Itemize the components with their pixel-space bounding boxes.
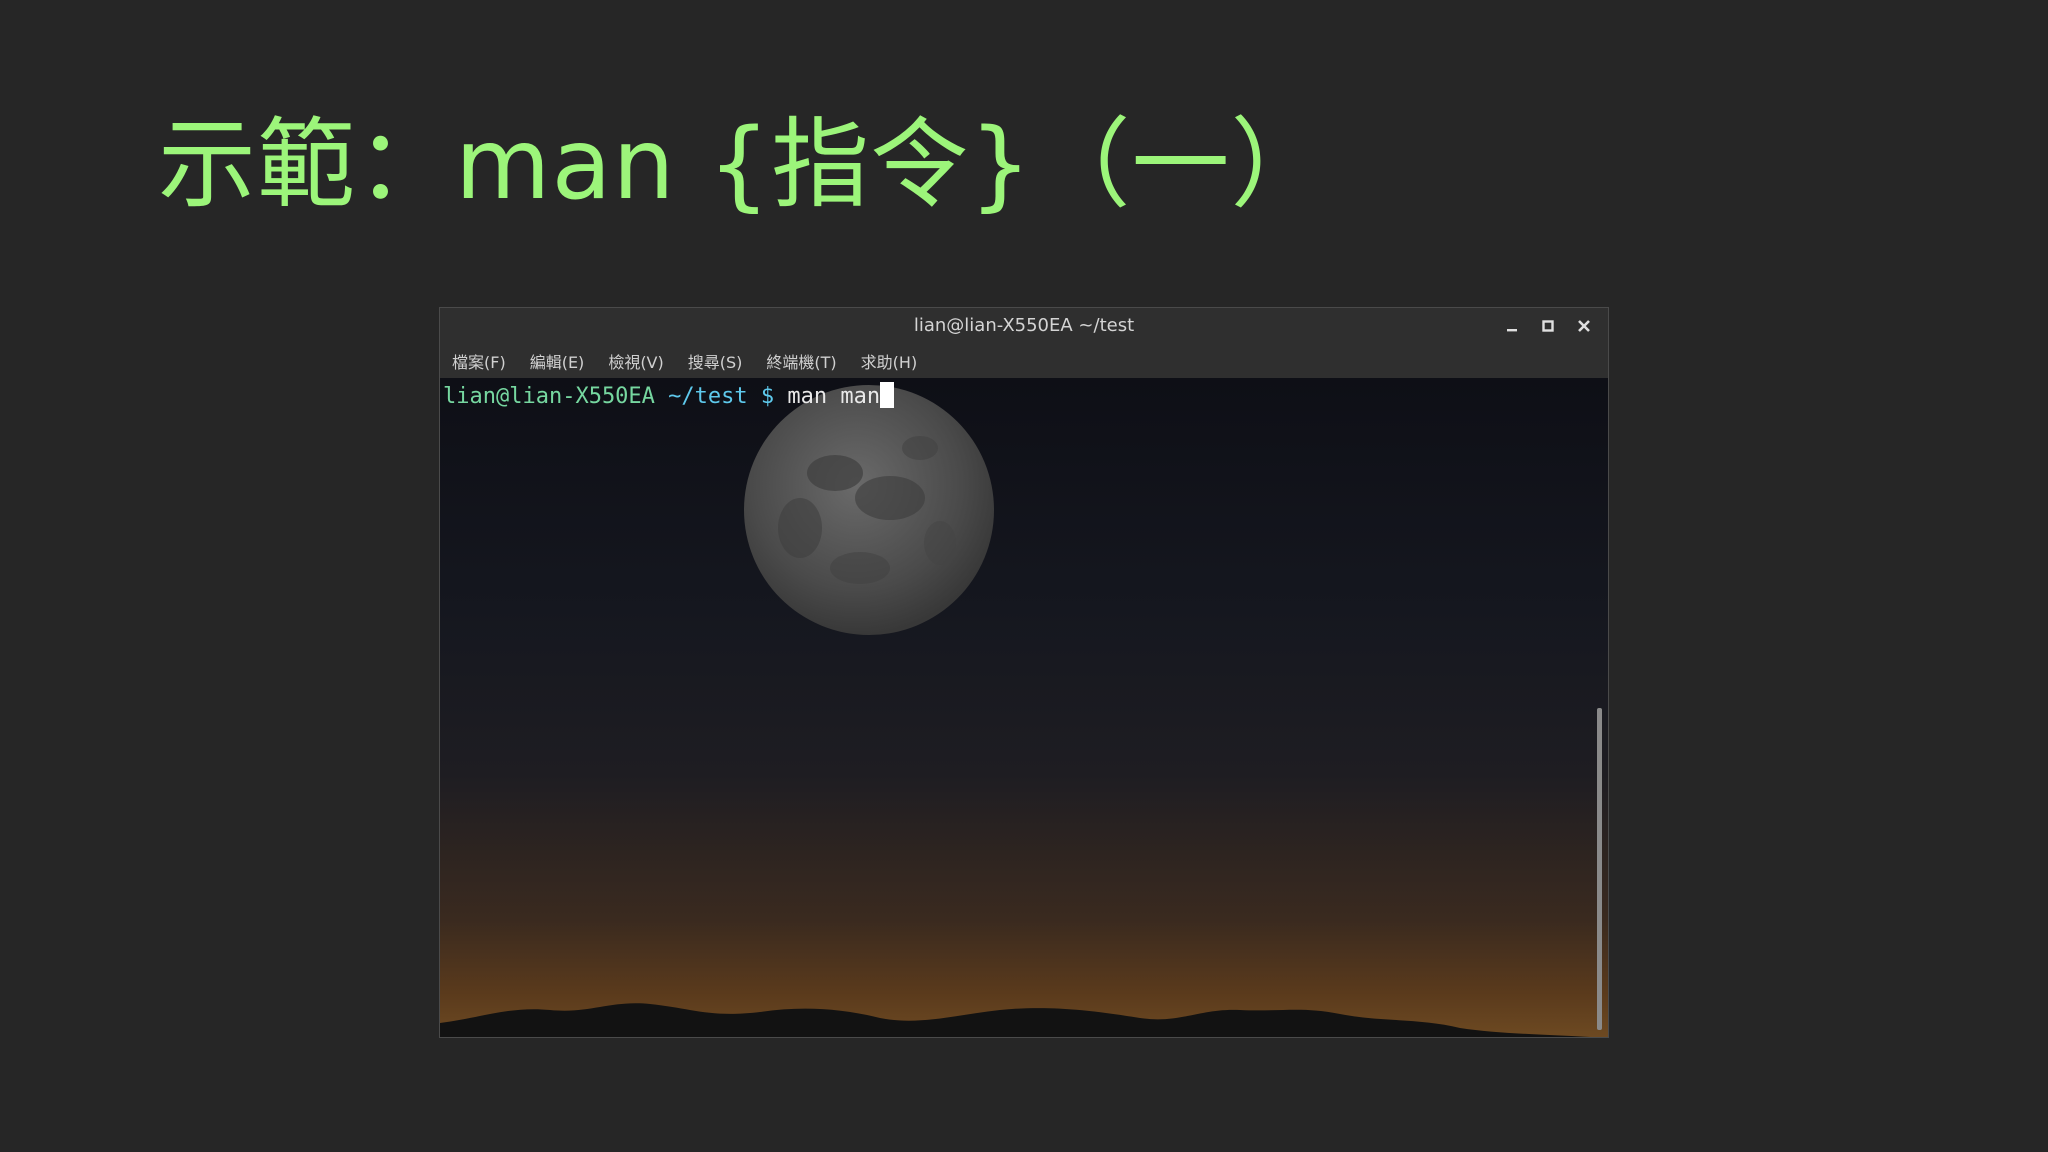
menu-help[interactable]: 求助(H): [861, 349, 918, 373]
slide: 示範：man {指令}（一） lian@lian-X550EA ~/test 檔…: [0, 0, 2048, 1152]
close-button[interactable]: [1566, 308, 1602, 344]
menu-terminal[interactable]: 終端機(T): [766, 349, 836, 373]
terminal-titlebar[interactable]: lian@lian-X550EA ~/test: [440, 308, 1608, 344]
terminal-window[interactable]: lian@lian-X550EA ~/test 檔案(F) 編輯(E) 檢視(V…: [439, 307, 1609, 1038]
prompt-symbol: $: [760, 384, 775, 409]
text-cursor: [880, 382, 895, 408]
prompt-line[interactable]: lian@lian-X550EA ~/test $ man man: [443, 382, 895, 411]
moon-night-background: [440, 385, 1591, 1037]
terminal-body[interactable]: lian@lian-X550EA ~/test $ man man: [440, 378, 1608, 1037]
window-controls: [1494, 308, 1602, 344]
menu-file[interactable]: 檔案(F): [452, 349, 506, 373]
minimize-icon: [1507, 329, 1517, 332]
scrollbar[interactable]: [1597, 708, 1602, 1030]
minimize-button[interactable]: [1494, 308, 1530, 344]
menu-view[interactable]: 檢視(V): [608, 349, 663, 373]
maximize-button[interactable]: [1530, 308, 1566, 344]
moon: [744, 385, 994, 635]
maximize-icon: [1542, 320, 1554, 332]
menu-edit[interactable]: 編輯(E): [530, 349, 585, 373]
prompt-path: ~/test: [668, 384, 748, 409]
hill-silhouette: [440, 1003, 1591, 1037]
terminal-menubar: 檔案(F) 編輯(E) 檢視(V) 搜尋(S) 終端機(T) 求助(H): [440, 344, 1608, 378]
prompt-user-host: lian@lian-X550EA: [443, 384, 655, 409]
menu-search[interactable]: 搜尋(S): [688, 349, 743, 373]
typed-command: man man: [787, 384, 881, 409]
window-title: lian@lian-X550EA ~/test: [913, 315, 1135, 336]
close-icon: [1578, 320, 1590, 332]
slide-title: 示範：man {指令}（一）: [158, 108, 1330, 222]
